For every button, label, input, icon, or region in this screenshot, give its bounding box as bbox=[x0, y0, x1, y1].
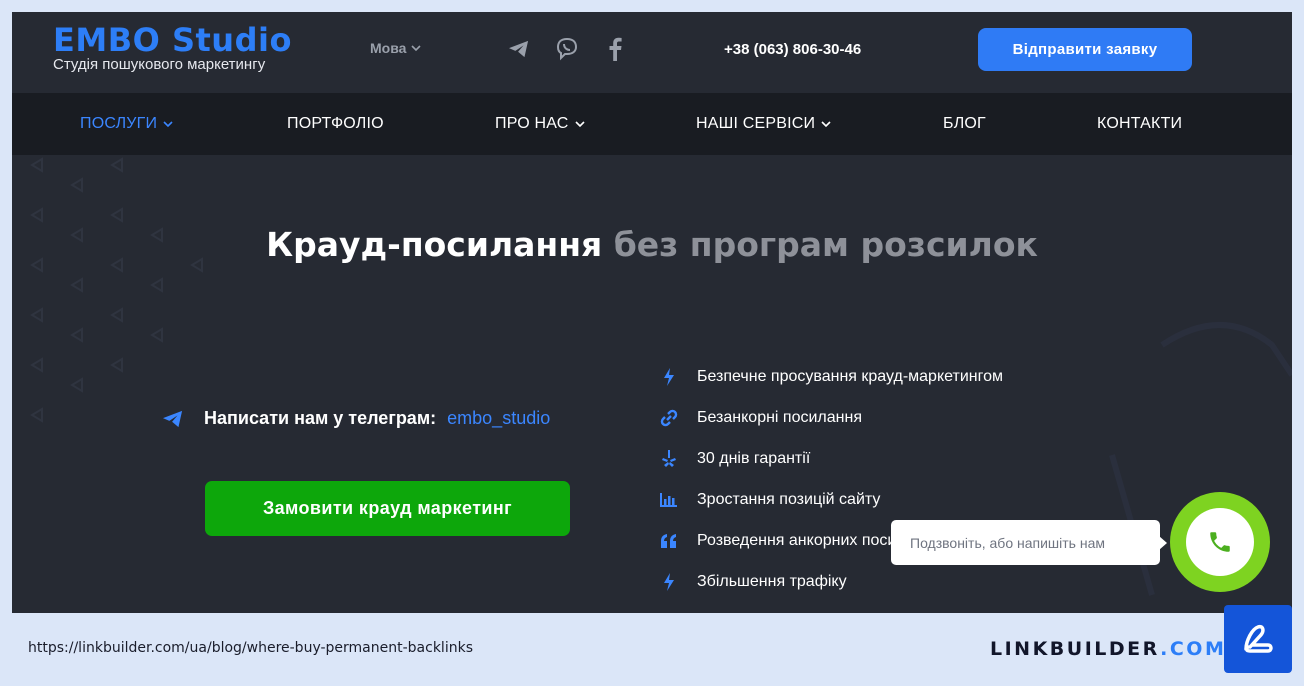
quote-icon bbox=[660, 532, 678, 550]
facebook-icon[interactable] bbox=[602, 36, 628, 62]
feature-text: 30 днів гарантії bbox=[697, 450, 811, 467]
chevron-down-icon bbox=[411, 45, 421, 52]
phone-icon bbox=[1210, 532, 1230, 552]
nav-item-label: КОНТАКТИ bbox=[1097, 115, 1183, 132]
headline-muted: без програм розсилок bbox=[613, 225, 1038, 264]
phone-number[interactable]: +38 (063) 806-30-46 bbox=[724, 41, 861, 58]
chevron-down-icon bbox=[574, 121, 585, 128]
feature-text: Зростання позицій сайту bbox=[697, 491, 881, 508]
viber-icon[interactable] bbox=[554, 36, 580, 62]
nav-item-services[interactable]: ПОСЛУГИ bbox=[80, 93, 173, 155]
logo-subtitle: Студія пошукового маркетингу bbox=[53, 56, 266, 73]
nav-item-about[interactable]: ПРО НАС bbox=[495, 93, 585, 155]
feature-text: Збільшення трафіку bbox=[697, 573, 847, 590]
nav-item-label: ПРО НАС bbox=[495, 115, 569, 132]
telegram-handle-link[interactable]: embo_studio bbox=[447, 408, 550, 428]
nav-item-label: ПОСЛУГИ bbox=[80, 115, 158, 132]
callback-tooltip: Подзвоніть, або напишіть нам bbox=[891, 520, 1167, 565]
nav-item-contacts[interactable]: КОНТАКТИ bbox=[1097, 93, 1182, 155]
nav-item-label: НАШІ СЕРВІСИ bbox=[696, 115, 816, 132]
send-request-button[interactable]: Відправити заявку bbox=[978, 28, 1192, 71]
telegram-contact: Написати нам у телеграм: embo_studio bbox=[162, 408, 550, 429]
list-item: Безпечне просування крауд-маркетингом bbox=[660, 368, 1003, 386]
link-icon bbox=[660, 409, 678, 427]
nav-item-label: ПОРТФОЛІО bbox=[287, 115, 384, 132]
feature-text: Безпечне просування крауд-маркетингом bbox=[697, 368, 1003, 385]
page-url: https://linkbuilder.com/ua/blog/where-bu… bbox=[28, 640, 473, 656]
language-label: Мова bbox=[370, 40, 407, 56]
bolt-icon bbox=[660, 368, 678, 386]
brand-tld: .COM bbox=[1160, 638, 1227, 660]
brand-name: LINKBUILDER bbox=[990, 638, 1161, 660]
linkbuilder-logo-icon bbox=[1224, 605, 1292, 673]
nav-item-label: БЛОГ bbox=[943, 115, 986, 132]
nav-item-portfolio[interactable]: ПОРТФОЛІО bbox=[287, 93, 384, 155]
logo-title[interactable]: EMBO Studio bbox=[53, 21, 292, 59]
hero-headline: Крауд-посилання без програм розсилок bbox=[12, 225, 1292, 264]
language-selector[interactable]: Мова bbox=[370, 40, 421, 56]
nav-item-our-services[interactable]: НАШІ СЕРВІСИ bbox=[696, 93, 831, 155]
yelp-icon bbox=[660, 450, 678, 468]
callback-button[interactable] bbox=[1170, 492, 1270, 592]
headline-main: Крауд-посилання bbox=[266, 225, 603, 264]
chevron-down-icon bbox=[821, 121, 831, 128]
main-nav: ПОСЛУГИ ПОРТФОЛІО ПРО НАС НАШІ СЕРВІСИ Б… bbox=[12, 93, 1292, 155]
nav-item-blog[interactable]: БЛОГ bbox=[943, 93, 986, 155]
linkbuilder-brand: LINKBUILDER.COM bbox=[990, 638, 1226, 660]
bar-chart-icon bbox=[660, 491, 678, 509]
chevron-down-icon bbox=[163, 121, 173, 128]
hero-section: Крауд-посилання без програм розсилок Нап… bbox=[12, 155, 1292, 613]
list-item: Безанкорні посилання bbox=[660, 409, 862, 427]
telegram-icon bbox=[163, 410, 183, 427]
list-item: Зростання позицій сайту bbox=[660, 491, 880, 509]
telegram-prompt: Написати нам у телеграм: bbox=[204, 408, 437, 428]
telegram-icon[interactable] bbox=[506, 36, 532, 62]
site-header: EMBO Studio Студія пошукового маркетингу… bbox=[12, 12, 1292, 93]
bolt-icon bbox=[660, 573, 678, 591]
list-item: 30 днів гарантії bbox=[660, 450, 810, 468]
feature-text: Безанкорні посилання bbox=[697, 409, 862, 426]
list-item: Збільшення трафіку bbox=[660, 573, 847, 591]
browser-viewport: EMBO Studio Студія пошукового маркетингу… bbox=[12, 12, 1292, 613]
order-crowd-marketing-button[interactable]: Замовити крауд маркетинг bbox=[205, 481, 570, 536]
